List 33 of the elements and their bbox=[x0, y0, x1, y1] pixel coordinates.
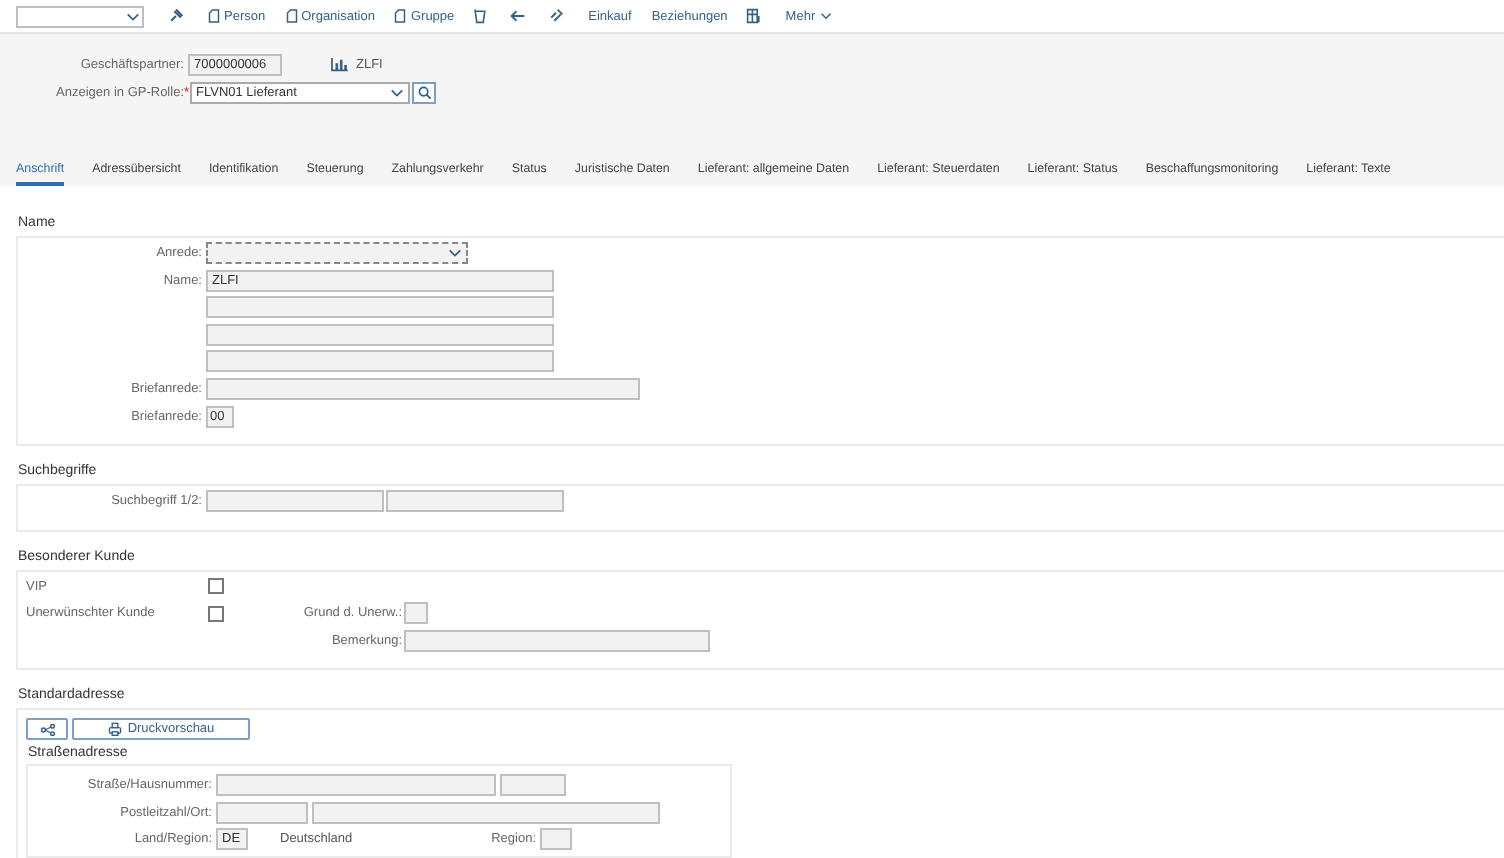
search-button[interactable] bbox=[412, 82, 436, 104]
input-field[interactable] bbox=[206, 490, 384, 512]
back-arrow-icon[interactable] bbox=[510, 8, 527, 24]
caret-icon bbox=[448, 248, 462, 258]
input-field[interactable] bbox=[312, 801, 660, 823]
dropdown-caret-icon bbox=[126, 11, 140, 21]
trash-icon[interactable] bbox=[472, 8, 489, 24]
caret-icon bbox=[819, 12, 832, 20]
share-button[interactable] bbox=[26, 718, 68, 740]
checkbox[interactable] bbox=[208, 578, 224, 594]
caret-icon bbox=[390, 88, 404, 98]
dropdown-field[interactable] bbox=[16, 5, 144, 27]
search-icon bbox=[417, 86, 431, 100]
salutation-dropdown[interactable] bbox=[206, 242, 468, 264]
share-icon bbox=[39, 723, 55, 735]
input-field[interactable] bbox=[206, 323, 554, 345]
input-field[interactable] bbox=[386, 490, 564, 512]
document-icon bbox=[394, 8, 407, 24]
input-field[interactable] bbox=[404, 602, 428, 624]
table-icon[interactable] bbox=[745, 8, 762, 24]
input-field[interactable] bbox=[206, 350, 554, 372]
printer-icon bbox=[107, 722, 122, 736]
input-field[interactable] bbox=[404, 629, 710, 651]
document-icon bbox=[285, 8, 298, 24]
input-field[interactable] bbox=[206, 378, 640, 400]
document-icon bbox=[208, 8, 220, 24]
input-field[interactable] bbox=[206, 296, 554, 318]
input-field[interactable] bbox=[540, 828, 572, 850]
input-field[interactable] bbox=[216, 774, 496, 796]
input-field[interactable] bbox=[216, 801, 308, 823]
bar-chart-icon bbox=[330, 58, 348, 72]
input-field[interactable] bbox=[500, 774, 566, 796]
checkbox[interactable] bbox=[208, 605, 224, 621]
